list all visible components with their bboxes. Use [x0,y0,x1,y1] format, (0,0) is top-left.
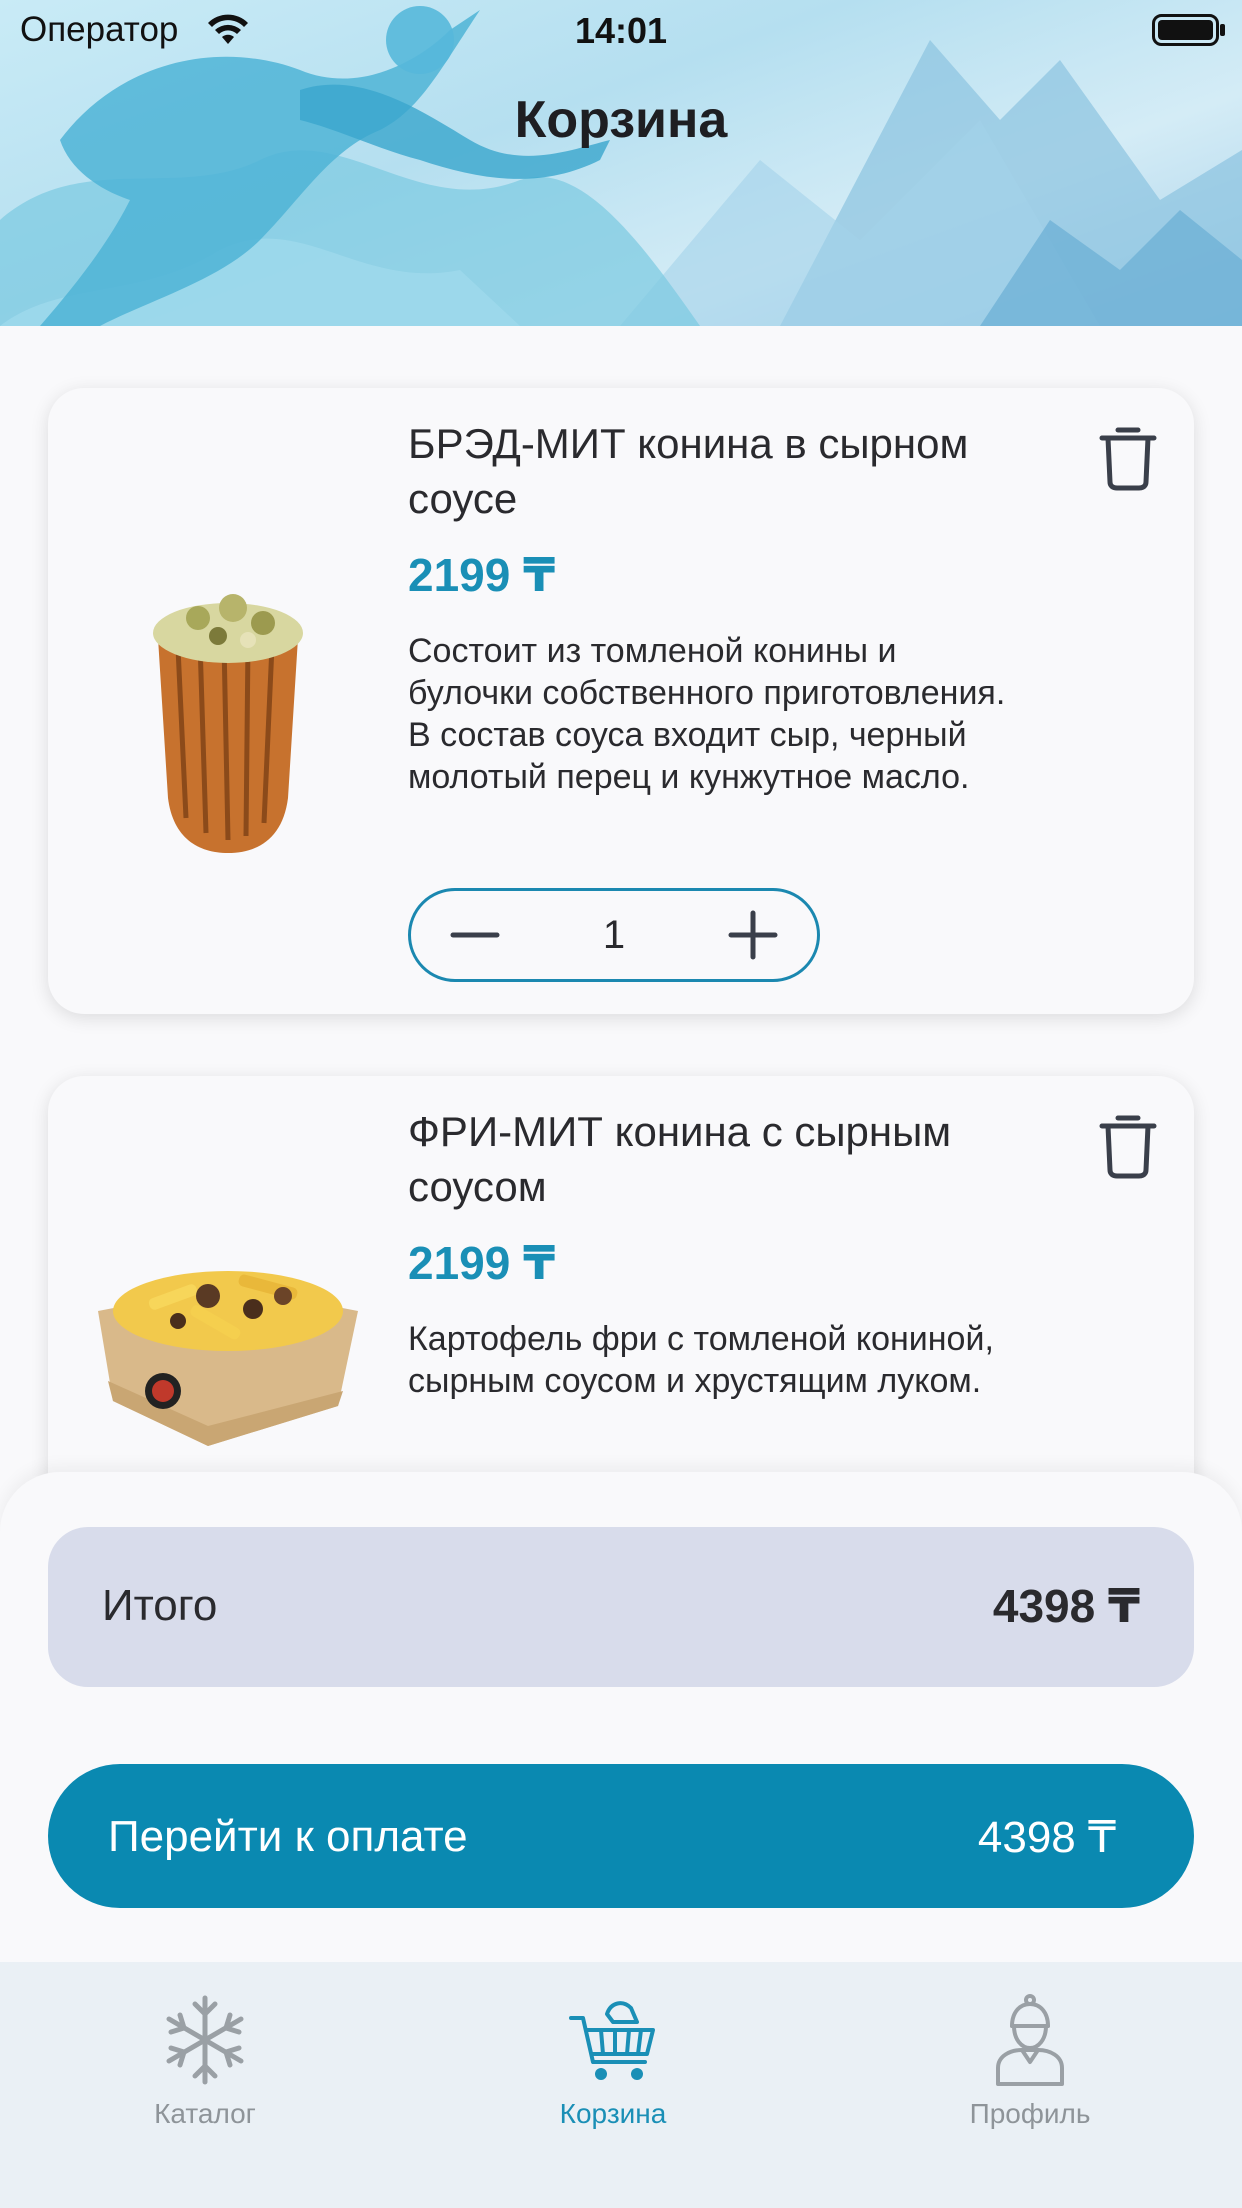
tab-cart-label: Корзина [559,2098,667,2129]
cart-item: ФРИ-МИТ конина с сырным соусом 2199 ₸ Ка… [48,1076,1194,1476]
delete-item-button[interactable] [1088,418,1168,498]
battery-icon [1152,14,1225,46]
snowflake-icon [166,1995,244,2085]
quantity-stepper: 1 [408,888,820,982]
minus-icon [450,932,500,938]
total-label: Итого [102,1581,218,1630]
profile-icon [996,1994,1064,2086]
delete-item-button[interactable] [1088,1106,1168,1186]
status-bar: Оператор 14:01 [0,0,1242,60]
tab-bar: Каталог Корзина Профиль [0,1962,1242,2208]
product-image-fries-meat [78,1176,378,1476]
tab-profile[interactable]: Профиль [880,1992,1180,2142]
decrease-quantity-button[interactable] [447,907,503,963]
checkout-button-label: Перейти к оплате [108,1812,468,1861]
item-title: ФРИ-МИТ конина с сырным соусом [408,1108,952,1210]
increase-quantity-button[interactable] [725,907,781,963]
tab-catalog-label: Каталог [154,2098,256,2129]
summary-sheet: Итого 4398 ₸ Перейти к оплате 4398 ₸ [0,1472,1242,1962]
tab-catalog[interactable]: Каталог [55,1992,355,2142]
item-price: 2199 ₸ [408,1237,556,1289]
checkout-button-amount: 4398 ₸ [977,1813,1116,1862]
item-price: 2199 ₸ [408,549,556,601]
cart-icon [569,2001,655,2080]
header: Оператор 14:01 Корзина [0,0,1242,326]
quantity-value: 1 [602,912,626,957]
trash-icon [1099,1115,1157,1179]
item-description: Картофель фри с томленой кониной, сырным… [408,1320,994,1400]
total-value: 4398 ₸ [992,1580,1140,1632]
cart-list[interactable]: БРЭД-МИТ конина в сырном соусе 2199 ₸ Со… [0,326,1242,1476]
tab-cart[interactable]: Корзина [463,1992,763,2142]
tab-profile-label: Профиль [969,2098,1091,2129]
checkout-button[interactable]: Перейти к оплате 4398 ₸ [48,1764,1194,1908]
cart-item: БРЭД-МИТ конина в сырном соусе 2199 ₸ Со… [48,388,1194,1014]
plus-icon [728,910,778,960]
status-time: 14:01 [574,10,668,51]
total-box: Итого 4398 ₸ [48,1527,1194,1687]
item-title: БРЭД-МИТ конина в сырном соусе [408,420,969,522]
product-image-bread-meat [78,518,378,918]
page-title: Корзина [514,91,728,149]
trash-icon [1099,427,1157,491]
item-description: Состоит из томленой конины и булочки соб… [408,632,1006,796]
